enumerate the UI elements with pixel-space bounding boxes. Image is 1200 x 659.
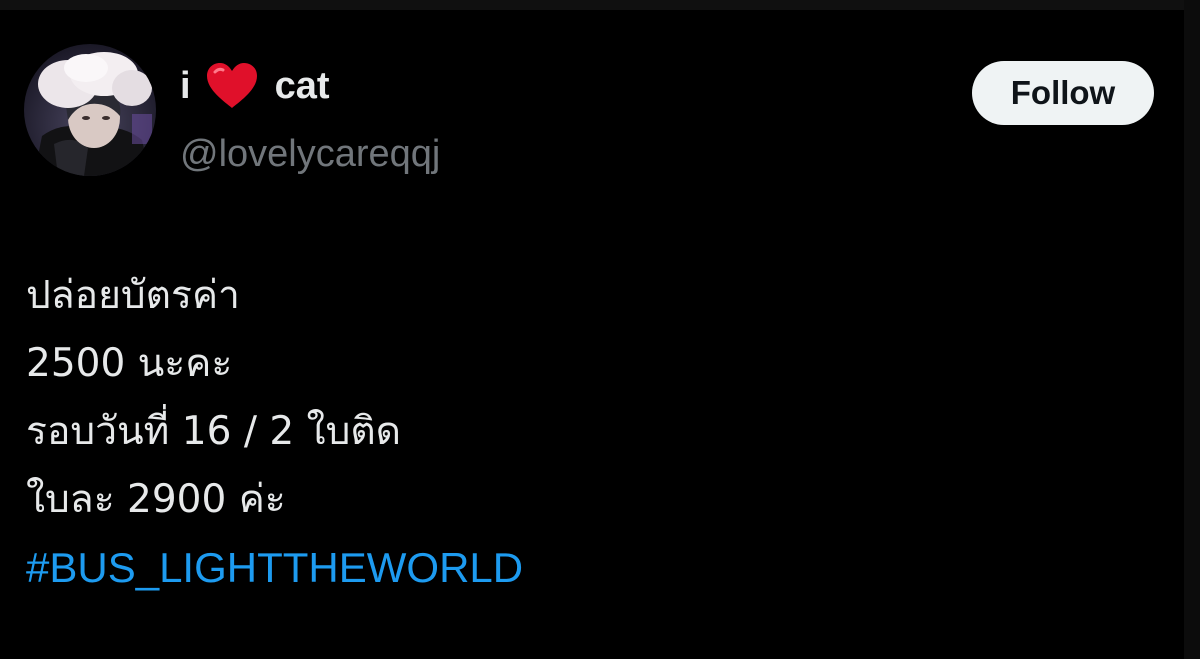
tweet-line: 2500 นะคะ — [26, 341, 233, 386]
user-avatar-icon — [24, 44, 156, 176]
tweet-card: i cat @lovelycareqqj Follow ปล่อยบัตรค่า… — [0, 10, 1184, 659]
tweet-line: ใบละ 2900 ค่ะ — [26, 477, 286, 522]
hashtag-link[interactable]: #BUS_LIGHTTHEWORLD — [26, 534, 523, 602]
heart-emoji-icon — [205, 62, 259, 110]
top-edge — [0, 0, 1200, 10]
tweet-line: ปล่อยบัตรค่า — [26, 273, 240, 318]
tweet-line: รอบวันที่ 16 / 2 ใบติด — [26, 409, 402, 454]
tweet-body: ปล่อยบัตรค่า 2500 นะคะ รอบวันที่ 16 / 2 … — [26, 262, 1146, 602]
display-name-suffix: cat — [274, 65, 330, 107]
avatar[interactable] — [24, 44, 156, 176]
display-name[interactable]: i cat — [180, 62, 329, 110]
user-handle[interactable]: @lovelycareqqj — [180, 130, 440, 178]
follow-button[interactable]: Follow — [972, 61, 1154, 125]
display-name-prefix: i — [180, 65, 191, 107]
scrollbar-track[interactable] — [1184, 0, 1200, 659]
